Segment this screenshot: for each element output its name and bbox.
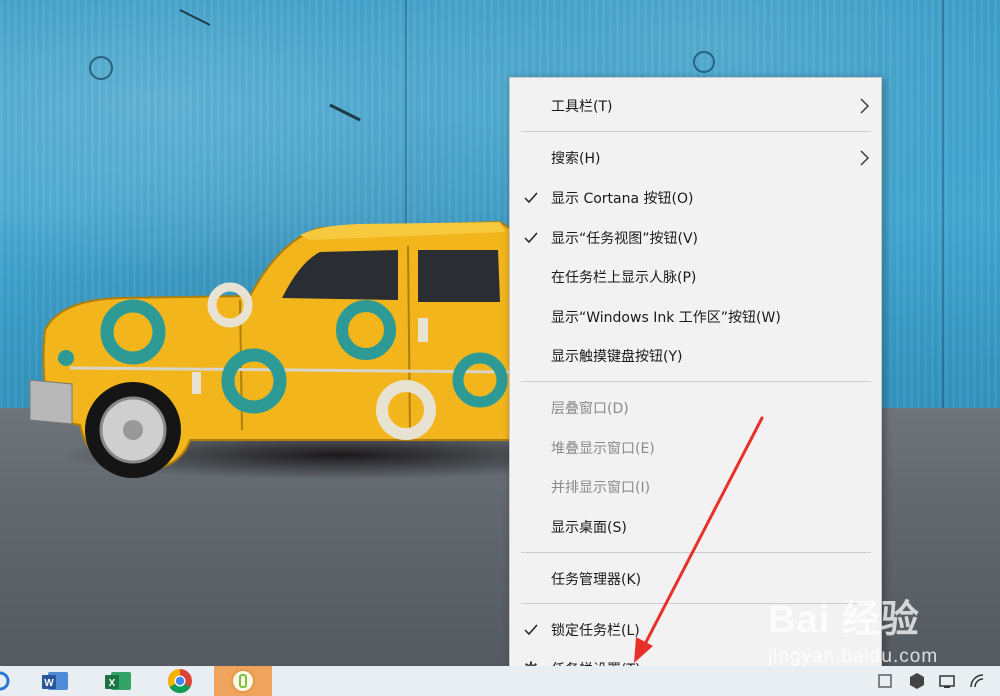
chevron-right-icon: [860, 150, 869, 166]
menu-item-label: 显示 Cortana 按钮(O): [551, 191, 694, 207]
menu-separator: [521, 603, 871, 604]
svg-text:X: X: [109, 678, 116, 689]
taskbar-context-menu: 工具栏(T) 搜索(H) 显示 Cortana 按钮(O) 显示“任务视图”按钮…: [509, 77, 882, 696]
taskbar-app-excel[interactable]: X: [96, 666, 140, 696]
menu-item-label: 显示触摸键盘按钮(Y): [551, 349, 683, 365]
tray-wifi-icon[interactable]: [968, 672, 986, 690]
menu-item-lock-taskbar[interactable]: 锁定任务栏(L): [510, 611, 881, 649]
word-icon: W: [42, 672, 68, 690]
menu-item-label: 并排显示窗口(I): [551, 480, 651, 496]
menu-item-side-by-side: 并排显示窗口(I): [510, 468, 881, 506]
menu-item-label: 工具栏(T): [551, 99, 613, 115]
menu-item-label: 锁定任务栏(L): [551, 623, 640, 639]
tray-device-icon[interactable]: [876, 672, 894, 690]
check-icon: [524, 192, 538, 204]
menu-item-label: 堆叠显示窗口(E): [551, 441, 655, 457]
menu-item-show-cortana[interactable]: 显示 Cortana 按钮(O): [510, 179, 881, 217]
menu-item-show-task-view[interactable]: 显示“任务视图”按钮(V): [510, 219, 881, 257]
check-icon: [524, 232, 538, 244]
menu-item-label: 在任务栏上显示人脉(P): [551, 270, 697, 286]
excel-icon: X: [105, 672, 131, 690]
menu-item-search[interactable]: 搜索(H): [510, 139, 881, 177]
menu-item-label: 层叠窗口(D): [551, 401, 629, 417]
menu-item-label: 显示“Windows Ink 工作区”按钮(W): [551, 310, 781, 326]
taskbar-app-chrome[interactable]: [158, 666, 202, 696]
svg-text:W: W: [44, 678, 54, 689]
edge-icon: [0, 671, 10, 691]
check-icon: [524, 624, 538, 636]
menu-separator: [521, 552, 871, 553]
menu-separator: [521, 131, 871, 132]
menu-item-show-desktop[interactable]: 显示桌面(S): [510, 508, 881, 546]
menu-item-stack-windows: 堆叠显示窗口(E): [510, 429, 881, 467]
menu-item-show-touch-keyboard[interactable]: 显示触摸键盘按钮(Y): [510, 337, 881, 375]
menu-item-label: 显示桌面(S): [551, 520, 627, 536]
menu-item-label: 搜索(H): [551, 151, 601, 167]
taskbar-app-word[interactable]: W: [33, 666, 77, 696]
taskbar: W X: [0, 666, 1000, 696]
menu-item-task-manager[interactable]: 任务管理器(K): [510, 560, 881, 598]
taskbar-app-active[interactable]: [214, 666, 272, 696]
menu-item-label: 任务管理器(K): [551, 572, 642, 588]
chevron-right-icon: [860, 98, 869, 114]
chrome-icon: [167, 669, 192, 694]
tray-network-icon[interactable]: [938, 672, 956, 690]
menu-item-label: 显示“任务视图”按钮(V): [551, 231, 699, 247]
taskbar-partial-button[interactable]: [0, 666, 22, 696]
menu-item-show-people[interactable]: 在任务栏上显示人脉(P): [510, 258, 881, 296]
active-app-icon: [231, 669, 255, 693]
tray-hexagon-icon[interactable]: [908, 672, 926, 690]
menu-item-show-windows-ink[interactable]: 显示“Windows Ink 工作区”按钮(W): [510, 298, 881, 336]
menu-item-toolbars[interactable]: 工具栏(T): [510, 87, 881, 125]
menu-item-cascade-windows: 层叠窗口(D): [510, 389, 881, 427]
menu-separator: [521, 381, 871, 382]
